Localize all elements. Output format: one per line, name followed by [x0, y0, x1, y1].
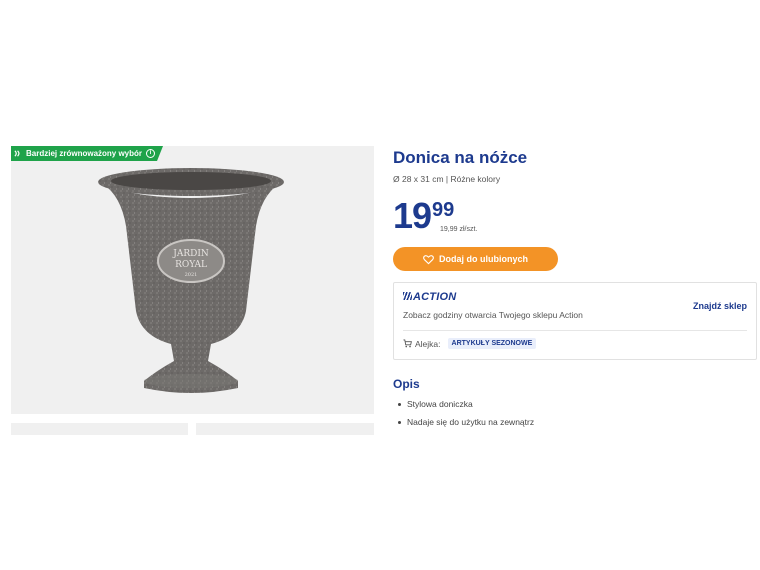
- description-list: Stylowa doniczka Nadaje się do użytku na…: [397, 399, 534, 435]
- gallery-thumbnail[interactable]: [11, 423, 188, 435]
- aisle-tag: ARTYKUŁY SEZONOWE: [447, 338, 537, 349]
- list-item: Nadaje się do użytku na zewnątrz: [397, 417, 534, 435]
- unit-price: 19,99 zł/szt.: [440, 226, 478, 233]
- emblem-text-1: JARDIN: [172, 249, 209, 259]
- emblem-text-2: ROYAL: [175, 260, 207, 270]
- logo-stripes-icon: [403, 292, 412, 300]
- action-logo: ACTION: [403, 291, 456, 303]
- list-item: Stylowa doniczka: [397, 399, 534, 417]
- heart-icon: [423, 254, 434, 264]
- opening-hours-link[interactable]: Zobacz godziny otwarcia Twojego sklepu A…: [403, 310, 583, 320]
- product-title: Donica na nóżce: [393, 148, 528, 167]
- sustainability-badge[interactable]: Bardziej zrównoważony wybór i: [11, 146, 163, 161]
- leaf-icon: [14, 149, 23, 158]
- description-title: Opis: [393, 377, 420, 391]
- info-icon[interactable]: i: [146, 149, 155, 158]
- emblem-text-3: 2021: [185, 272, 198, 278]
- find-store-link[interactable]: Znajdź sklep: [693, 301, 747, 311]
- product-subtitle: Ø 28 x 31 cm | Różne kolory: [393, 174, 501, 184]
- product-image-gallery[interactable]: Bardziej zrównoważony wybór i JARDIN ROY…: [11, 146, 374, 414]
- favorites-label: Dodaj do ulubionych: [439, 254, 528, 264]
- aisle-info: Alejka: ARTYKUŁY SEZONOWE: [403, 338, 537, 349]
- cart-icon: [403, 339, 412, 348]
- add-to-favorites-button[interactable]: Dodaj do ulubionych: [393, 247, 558, 271]
- product-image: JARDIN ROYAL 2021: [98, 168, 284, 393]
- badge-label: Bardziej zrównoważony wybór: [26, 149, 143, 158]
- store-info-panel: ACTION Znajdź sklep Zobacz godziny otwar…: [393, 282, 757, 360]
- aisle-label: Alejka:: [415, 338, 441, 349]
- gallery-thumbnail[interactable]: [196, 423, 374, 435]
- divider: [403, 330, 747, 331]
- price-integer: 19: [393, 195, 432, 236]
